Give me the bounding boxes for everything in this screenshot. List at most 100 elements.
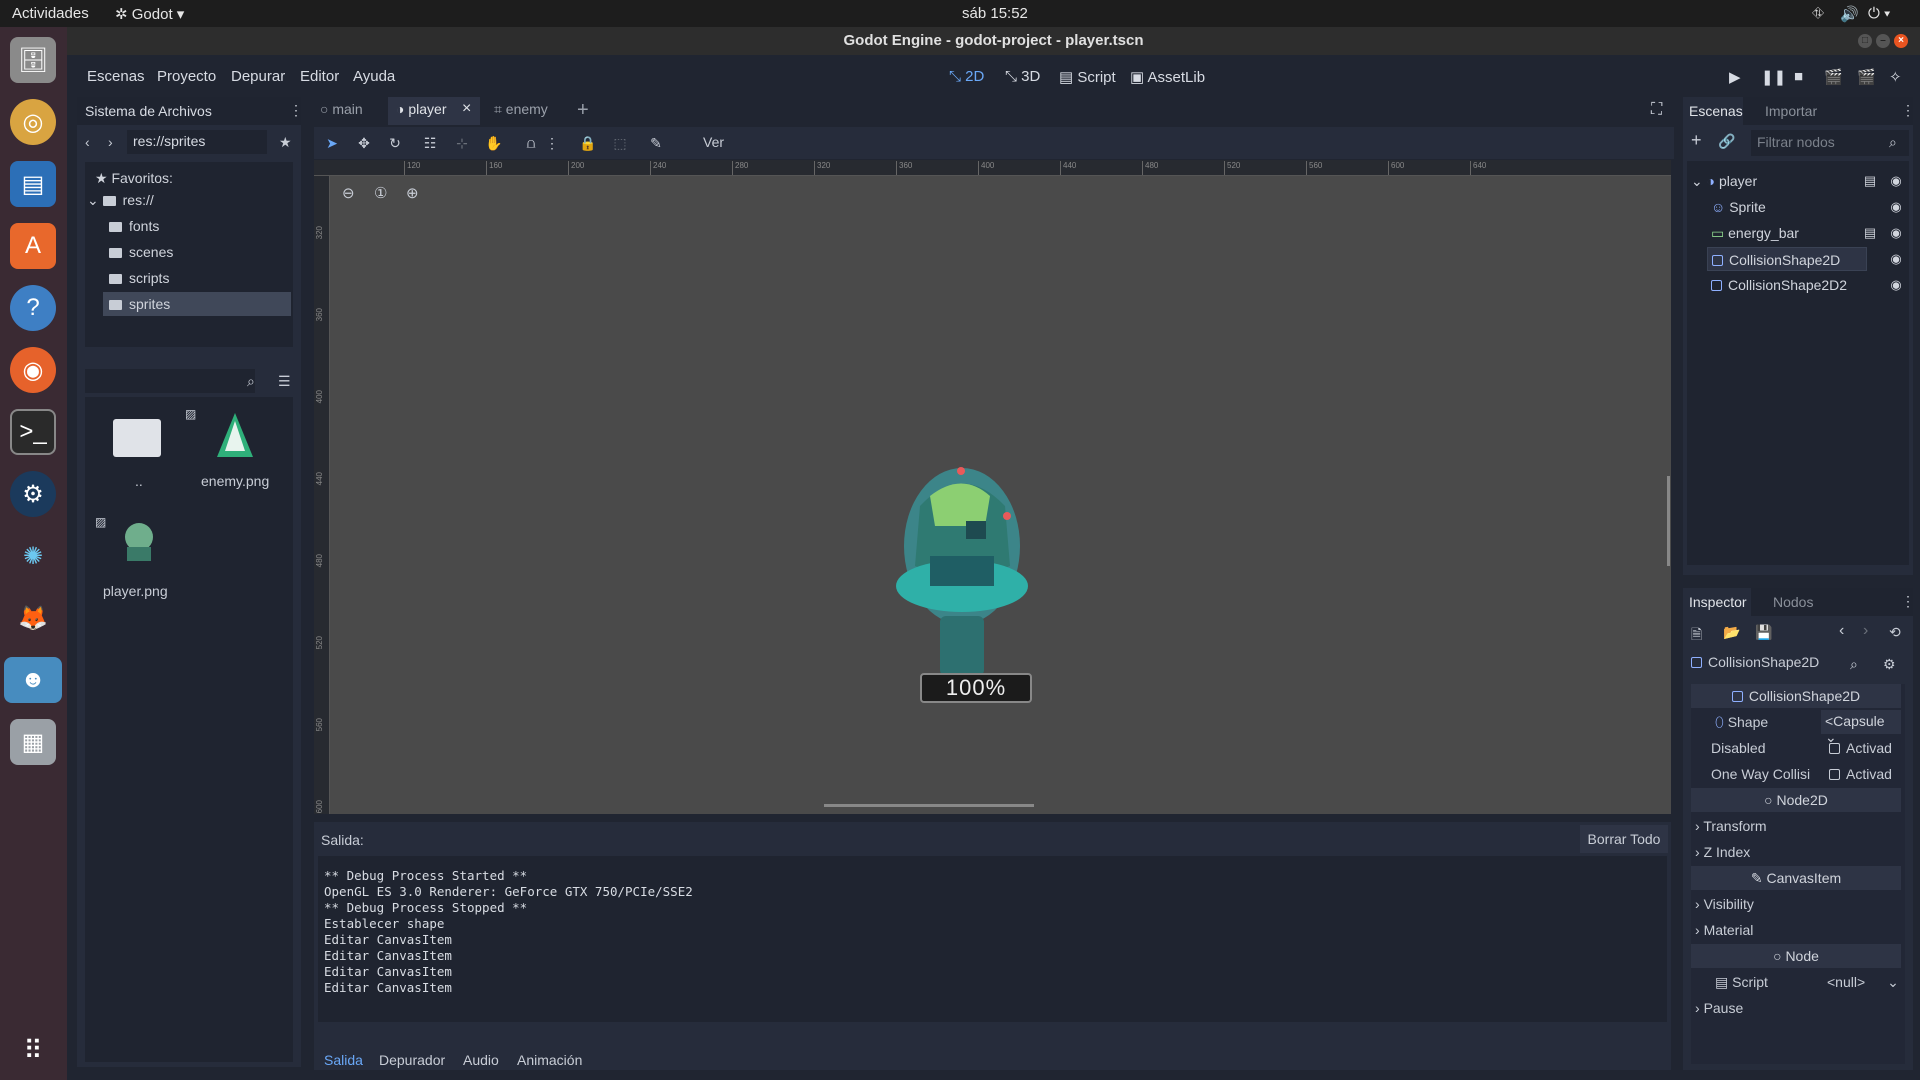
lock-icon[interactable]: 🔒 — [578, 133, 598, 153]
group-material[interactable]: › Material — [1695, 922, 1753, 938]
menu-depurar[interactable]: Depurar — [231, 68, 285, 85]
vertical-scrollbar[interactable] — [1667, 476, 1670, 566]
zoom-reset-icon[interactable]: ① — [374, 184, 387, 202]
res-root-row[interactable]: ⌄ res:// — [87, 188, 154, 212]
output-log[interactable]: ** Debug Process Started ** OpenGL ES 3.… — [318, 856, 1667, 1022]
disabled-checkbox[interactable]: Activad — [1829, 740, 1892, 756]
bottom-tab-audio[interactable]: Audio — [463, 1052, 499, 1068]
node-row-sprite[interactable]: ☺ Sprite — [1711, 195, 1766, 219]
script-value-field[interactable]: <null> ⌄ — [1827, 974, 1899, 991]
play-custom-scene-icon[interactable]: 🎬 — [1857, 68, 1876, 86]
splash-icon[interactable]: ✺ — [10, 533, 56, 579]
back-icon[interactable]: ‹ — [85, 134, 90, 150]
object-history-icon[interactable]: ⟲ — [1889, 624, 1901, 641]
filesystem-title[interactable]: Sistema de Archivos — [85, 103, 212, 119]
property-settings-icon[interactable]: ⚙ — [1883, 656, 1896, 673]
godot-dock-icon[interactable]: ☻ — [4, 657, 62, 703]
script-attached-icon[interactable]: ▤ — [1863, 174, 1877, 188]
activities-button[interactable]: Actividades — [12, 5, 89, 22]
kebab-icon[interactable]: ⋮ — [289, 102, 303, 119]
visibility-eye-icon[interactable]: ◉ — [1889, 278, 1903, 292]
player-sprite[interactable] — [890, 466, 1040, 686]
visibility-eye-icon[interactable]: ◉ — [1889, 200, 1903, 214]
history-back-icon[interactable]: ‹ — [1839, 622, 1844, 640]
show-apps-icon[interactable]: ⠿ — [10, 1027, 56, 1073]
file-item-enemy[interactable]: ▨ enemy.png — [185, 407, 285, 497]
new-resource-icon[interactable]: 🗎 — [1691, 624, 1702, 648]
play-scene-icon[interactable]: 🎬 — [1824, 68, 1843, 86]
firefox-icon[interactable]: ◉ — [10, 347, 56, 393]
play-icon[interactable]: ▶ — [1729, 68, 1741, 86]
tab-escenas[interactable]: Escenas — [1683, 97, 1743, 125]
save-resource-icon[interactable]: 💾 — [1755, 624, 1772, 641]
search-icon[interactable]: ⌕ — [1850, 656, 1858, 673]
forward-icon[interactable]: › — [108, 134, 113, 150]
menu-editor[interactable]: Editor — [300, 68, 339, 85]
power-icon[interactable]: ⏻ ▾ — [1868, 5, 1890, 22]
one-way-checkbox[interactable]: Activad — [1829, 766, 1892, 782]
group-zindex[interactable]: › Z Index — [1695, 844, 1750, 860]
zoom-in-icon[interactable]: ⊕ — [406, 184, 419, 202]
file-item-player[interactable]: ▨ player.png — [95, 515, 195, 605]
pan-icon[interactable]: ✋ — [484, 133, 504, 153]
inspected-object[interactable]: CollisionShape2D — [1691, 654, 1901, 676]
steam-icon[interactable]: ⚙ — [10, 471, 56, 517]
group-icon[interactable]: ⬚ — [610, 133, 630, 153]
workspace-script[interactable]: ▤ Script — [1059, 68, 1116, 86]
close-tab-icon[interactable]: × — [462, 100, 471, 118]
menu-escenas[interactable]: Escenas — [87, 68, 145, 85]
bone-icon[interactable]: ✎ — [646, 133, 666, 153]
shape-value-dropdown[interactable]: <Capsule ⌄ — [1821, 710, 1901, 745]
stop-icon[interactable]: ■ — [1794, 68, 1803, 85]
visibility-eye-icon[interactable]: ◉ — [1889, 252, 1903, 266]
add-tab-icon[interactable]: + — [577, 99, 589, 122]
gimp-icon[interactable]: 🦊 — [10, 595, 56, 641]
rotate-mode-icon[interactable]: ↻ — [385, 133, 405, 153]
open-resource-icon[interactable]: 📂 — [1723, 624, 1740, 641]
tab-main[interactable]: ○ main — [320, 101, 380, 123]
volume-icon[interactable]: 🔊 — [1840, 5, 1859, 23]
workspace-2d[interactable]: ⤡ 2D — [949, 68, 984, 85]
rhythmbox-icon[interactable]: ◎ — [10, 99, 56, 145]
folder-row-fonts[interactable]: fonts — [109, 214, 159, 238]
list-view-icon[interactable]: ☰ — [278, 373, 291, 390]
add-node-icon[interactable]: + — [1691, 130, 1702, 151]
node-row-player[interactable]: ⌄ ◑ player — [1691, 169, 1757, 193]
file-search-input[interactable] — [85, 369, 255, 393]
kebab-icon[interactable]: ⋮ — [1901, 102, 1915, 119]
path-field[interactable]: res://sprites — [127, 130, 267, 154]
filter-nodes-input[interactable]: Filtrar nodos — [1751, 130, 1909, 156]
minimize-button[interactable]: – — [1876, 34, 1890, 48]
list-select-icon[interactable]: ☷ — [420, 133, 440, 153]
zoom-out-icon[interactable]: ⊖ — [342, 184, 355, 202]
menu-proyecto[interactable]: Proyecto — [157, 68, 216, 85]
group-visibility[interactable]: › Visibility — [1695, 896, 1754, 912]
visibility-eye-icon[interactable]: ◉ — [1889, 226, 1903, 240]
workspace-3d[interactable]: ⤡ 3D — [1005, 68, 1040, 85]
bottom-tab-debugger[interactable]: Depurador — [379, 1052, 445, 1068]
search-icon[interactable]: ⌕ — [247, 373, 255, 390]
network-icon[interactable]: ⛗ — [1812, 5, 1824, 22]
canvas-viewport[interactable]: ⊖ ① ⊕ 100% — [330, 176, 1671, 814]
distraction-free-icon[interactable]: ⛶ — [1651, 101, 1662, 119]
node-row-energy-bar[interactable]: ▭ energy_bar — [1711, 221, 1799, 245]
snap-icon[interactable]: ⩍ — [521, 133, 541, 153]
node-row-collisionshape2d[interactable]: CollisionShape2D — [1707, 247, 1867, 271]
pause-icon[interactable]: ❚❚ — [1761, 68, 1786, 86]
help-icon[interactable]: ? — [10, 285, 56, 331]
bottom-tab-output[interactable]: Salida — [324, 1052, 363, 1068]
files-icon[interactable]: 🗄 — [10, 37, 56, 83]
group-transform[interactable]: › Transform — [1695, 818, 1767, 834]
software-icon[interactable]: A — [10, 223, 56, 269]
terminal-icon[interactable]: >_ — [10, 409, 56, 455]
move-mode-icon[interactable]: ✥ — [354, 133, 374, 153]
snap-options-icon[interactable]: ⋮ — [542, 133, 562, 153]
favorite-star-icon[interactable]: ★ — [279, 134, 292, 151]
tab-enemy[interactable]: ⌗ enemy — [494, 101, 574, 123]
horizontal-scrollbar[interactable] — [824, 804, 1034, 807]
folder-row-scripts[interactable]: scripts — [109, 266, 169, 290]
history-forward-icon[interactable]: › — [1863, 622, 1868, 640]
tab-nodos[interactable]: Nodos — [1773, 594, 1813, 610]
select-mode-icon[interactable]: ➤ — [322, 133, 342, 153]
file-item-parent[interactable]: .. — [101, 407, 181, 497]
